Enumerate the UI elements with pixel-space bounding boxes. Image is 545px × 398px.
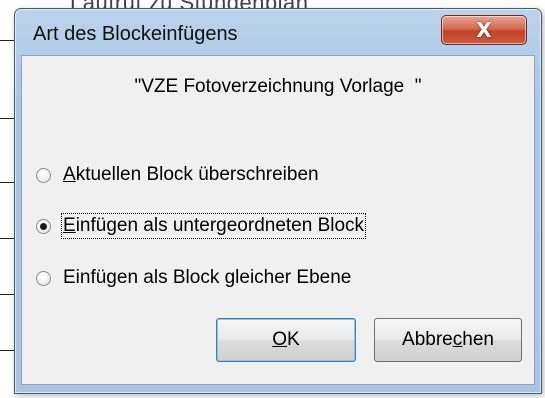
cancel-button[interactable]: Abbre c hen xyxy=(374,318,522,362)
option-insert-as-sibling-block[interactable]: Einfügen als Block gleicher Ebene xyxy=(36,267,351,289)
option-overwrite-current-block[interactable]: Aktuellen Block überschreiben xyxy=(36,164,319,186)
option-label: Einfügen als untergeordneten Block xyxy=(60,213,367,239)
radio-button-selected[interactable] xyxy=(36,218,51,234)
radio-button[interactable] xyxy=(36,167,51,183)
close-icon: X xyxy=(476,18,492,42)
dialog-client-area: "VZE Fotoverzeichnung Vorlage " Aktuelle… xyxy=(21,55,535,385)
option-label: Einfügen als Block gleicher Ebene xyxy=(63,267,352,288)
close-button[interactable]: X xyxy=(441,15,527,45)
radio-button[interactable] xyxy=(36,270,51,286)
title-bar[interactable]: Art des Blockeinfügens X xyxy=(15,9,541,55)
ok-button[interactable]: OK xyxy=(216,318,356,362)
insert-block-dialog: Art des Blockeinfügens X "VZE Fotoverzei… xyxy=(14,8,542,394)
radio-selected-dot xyxy=(40,222,47,230)
option-label: Aktuellen Block überschreiben xyxy=(63,164,319,185)
dialog-title: Art des Blockeinfügens xyxy=(33,23,238,45)
option-insert-as-child-block[interactable]: Einfügen als untergeordneten Block xyxy=(36,213,367,239)
block-name-message: "VZE Fotoverzeichnung Vorlage " xyxy=(134,76,422,97)
